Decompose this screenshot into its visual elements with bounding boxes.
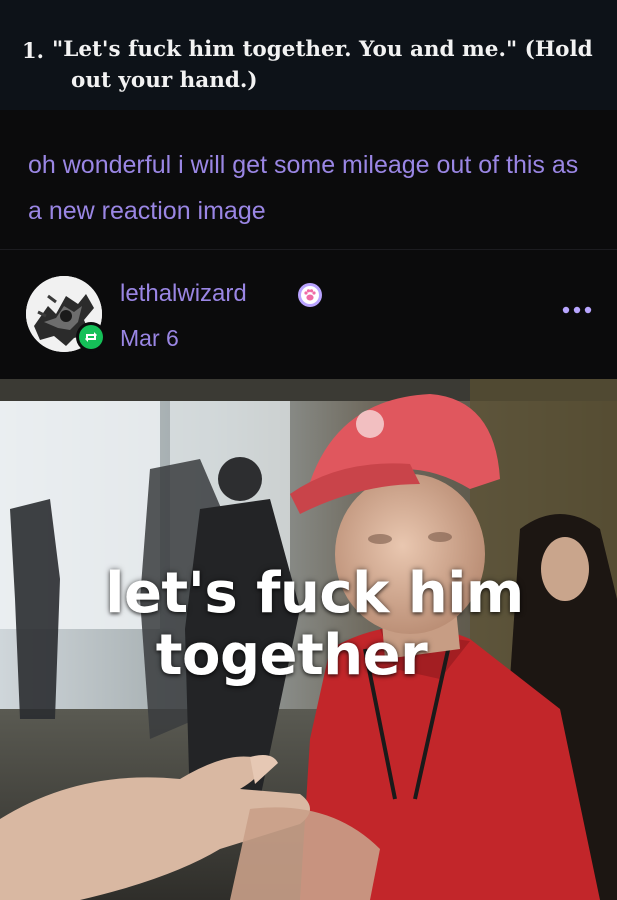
paw-badge-icon <box>298 283 322 307</box>
meme-caption-line-2: together <box>155 623 428 688</box>
post-comment: oh wonderful i will get some mileage out… <box>28 151 579 225</box>
quoted-screenshot: 1. "Let's fuck him together. You and me.… <box>0 0 617 110</box>
meme-image: let's fuck him together <box>0 379 617 900</box>
divider <box>0 249 617 250</box>
post-date[interactable]: Mar 6 <box>120 325 179 352</box>
quote-number: 1. <box>22 38 44 63</box>
reblog-icon <box>85 332 97 342</box>
username[interactable]: lethalwizard <box>120 280 247 308</box>
meme-caption: let's fuck him together <box>0 563 617 687</box>
more-options-icon[interactable] <box>560 300 594 320</box>
quote-line-2: out your hand.) <box>71 68 258 93</box>
quote-line-1: "Let's fuck him together. You and me." (… <box>52 37 593 62</box>
reblog-badge <box>76 322 106 352</box>
meme-caption-line-1: let's fuck him <box>105 561 524 626</box>
